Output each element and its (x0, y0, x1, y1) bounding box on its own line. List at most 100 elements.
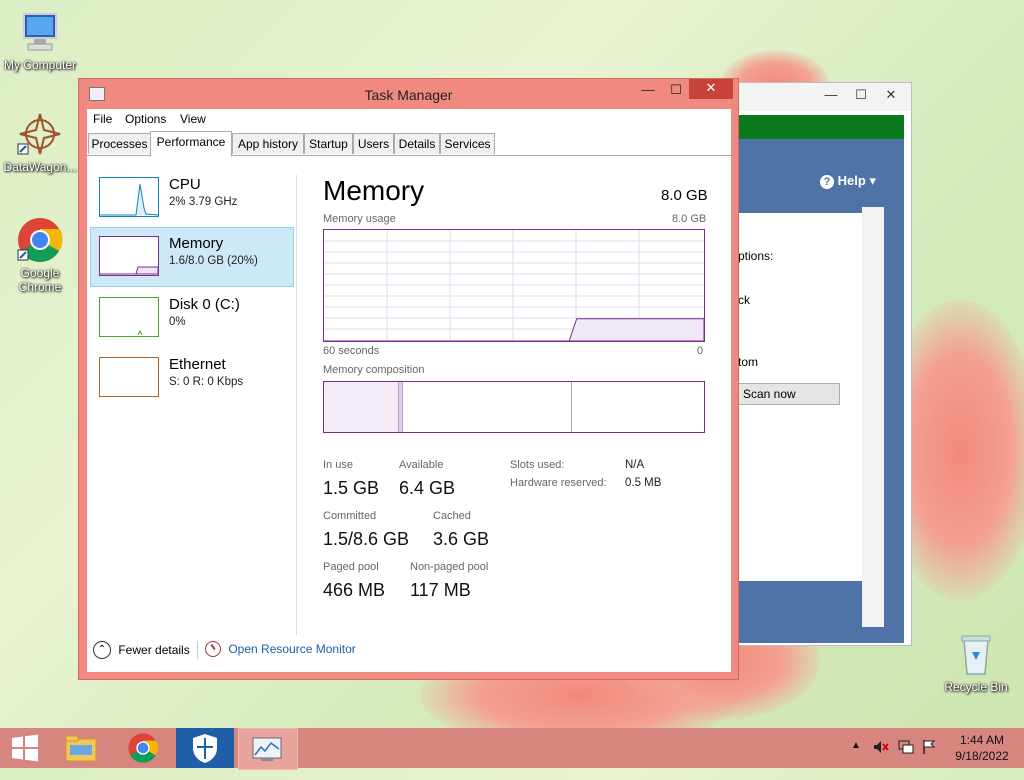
memory-usage-series (324, 318, 704, 341)
speaker-muted-icon[interactable] (873, 739, 889, 779)
menu-view[interactable]: View (180, 112, 206, 126)
desktop-icon-recycle-bin[interactable]: Recycle Bin (936, 630, 1016, 694)
help-label: Help (837, 173, 866, 188)
options-text: ck (738, 293, 750, 307)
help-menu[interactable]: ? Help ▾ (820, 173, 876, 189)
sidebar-item-disk[interactable]: Disk 0 (C:) 0% (91, 289, 293, 347)
sidebar-item-title: Disk 0 (C:) (169, 296, 240, 313)
sidebar-item-cpu[interactable]: CPU 2% 3.79 GHz (91, 169, 293, 227)
tab-app-history[interactable]: App history (232, 133, 304, 154)
maximize-button[interactable]: ☐ (663, 81, 689, 101)
taskbar-chrome[interactable] (114, 728, 172, 768)
tab-startup[interactable]: Startup (304, 133, 353, 154)
composition-standby (403, 382, 572, 432)
action-center-flag-icon[interactable] (921, 739, 937, 779)
cached-value: 3.6 GB (433, 529, 490, 549)
footer: ⌃ Fewer details Open Resource Monitor (87, 635, 731, 672)
available-value: 6.4 GB (399, 478, 456, 498)
show-hidden-icons-button[interactable]: ▲ (851, 740, 861, 780)
paged-pool-value: 466 MB (323, 580, 386, 600)
in-use-label: In use (323, 459, 353, 471)
menu-bar: File Options View (87, 109, 731, 129)
panel-right-strip (862, 207, 884, 627)
sidebar-item-subtitle: 1.6/8.0 GB (20%) (169, 255, 258, 267)
time-axis-left: 60 seconds (323, 345, 380, 357)
computer-icon (16, 8, 64, 56)
tab-services[interactable]: Services (440, 133, 495, 154)
taskbar-file-explorer[interactable] (52, 728, 110, 768)
minimize-button[interactable]: — (635, 81, 661, 101)
close-button[interactable]: ✕ (689, 79, 733, 99)
desktop-icon-label: My Computer (3, 58, 77, 72)
open-resource-monitor-link[interactable]: Open Resource Monitor (205, 641, 356, 661)
menu-options[interactable]: Options (125, 112, 166, 126)
task-manager-client: File Options View Processes Performance … (87, 109, 731, 672)
memory-usage-max: 8.0 GB (672, 213, 707, 225)
close-button[interactable]: ✕ (874, 83, 908, 107)
desktop-icon-datawagon[interactable]: DataWagon... (0, 110, 80, 174)
resource-monitor-icon (205, 641, 221, 657)
sidebar-item-title: CPU (169, 176, 201, 193)
slots-used-label: Slots used: (510, 459, 565, 471)
tab-processes[interactable]: Processes (88, 133, 151, 154)
composition-in-use (324, 382, 399, 432)
disk-thumbnail-graph (99, 297, 159, 337)
options-panel: ptions: ck tom Scan now (738, 213, 862, 581)
folder-icon (65, 735, 97, 762)
memory-composition-label: Memory composition (323, 364, 425, 376)
start-button[interactable] (0, 728, 50, 768)
cached-label: Cached (433, 510, 471, 522)
committed-value: 1.5/8.6 GB (323, 529, 410, 549)
minimize-button[interactable]: — (816, 83, 846, 107)
hardware-reserved-label: Hardware reserved: (510, 477, 607, 489)
taskbar-task-manager[interactable] (238, 728, 298, 770)
clock-time: 1:44 AM (959, 733, 1005, 747)
desktop-icon-my-computer[interactable]: My Computer (0, 8, 80, 72)
nonpaged-pool-label: Non-paged pool (410, 561, 489, 573)
app-header-bar (738, 115, 904, 139)
time-axis-right: 0 (697, 345, 704, 357)
desktop-icon-label: Recycle Bin (944, 680, 1008, 694)
pane-divider (296, 175, 297, 635)
paged-pool-label: Paged pool (323, 561, 379, 573)
background-window[interactable]: — ☐ ✕ ? Help ▾ ptions: ck tom Scan now (737, 82, 912, 646)
menu-file[interactable]: File (93, 112, 112, 126)
fewer-details-label: Fewer details (118, 643, 190, 657)
task-manager-window[interactable]: Task Manager — ☐ ✕ File Options View Pro… (78, 78, 739, 680)
sidebar-item-title: Memory (169, 235, 224, 252)
maximize-button[interactable]: ☐ (846, 83, 876, 107)
clock[interactable]: 1:44 AM 9/18/2022 (950, 732, 1014, 772)
tab-performance[interactable]: Performance (150, 131, 232, 157)
tab-details[interactable]: Details (394, 133, 440, 154)
options-text: tom (738, 355, 759, 369)
sidebar-item-memory[interactable]: Memory 1.6/8.0 GB (20%) (90, 227, 294, 287)
open-resource-monitor-label: Open Resource Monitor (228, 642, 356, 656)
titlebar[interactable]: Task Manager — ☐ ✕ (79, 79, 738, 109)
memory-composition-bar (323, 381, 705, 433)
recycle-bin-icon (952, 630, 1000, 678)
desktop-icon-chrome[interactable]: Google Chrome (0, 216, 80, 294)
memory-total: 8.0 GB (661, 187, 708, 204)
sidebar-item-subtitle: 0% (169, 316, 186, 328)
tab-users[interactable]: Users (353, 133, 394, 154)
chevron-up-circle-icon: ⌃ (93, 641, 111, 659)
cpu-thumbnail-graph (99, 177, 159, 217)
clock-date: 9/18/2022 (955, 749, 1009, 763)
scan-now-button[interactable]: Scan now (738, 383, 840, 405)
desktop-icon-label: DataWagon... (3, 160, 77, 174)
sidebar-item-ethernet[interactable]: Ethernet S: 0 R: 0 Kbps (91, 349, 293, 407)
network-icon[interactable] (897, 739, 915, 779)
background-window-titlebar[interactable]: — ☐ ✕ (738, 83, 911, 111)
memory-usage-label: Memory usage (323, 213, 396, 225)
fewer-details-button[interactable]: ⌃ Fewer details (93, 641, 190, 661)
committed-label: Committed (323, 510, 377, 522)
ethernet-thumbnail-graph (99, 357, 159, 397)
task-manager-icon (252, 737, 282, 761)
nonpaged-pool-value: 117 MB (410, 580, 471, 600)
shield-icon (193, 734, 217, 763)
options-text: ptions: (738, 249, 774, 263)
taskbar-defender[interactable] (176, 728, 234, 768)
page-title: Memory (323, 175, 425, 206)
chevron-down-icon: ▾ (869, 173, 876, 188)
memory-thumbnail-graph (99, 236, 159, 276)
